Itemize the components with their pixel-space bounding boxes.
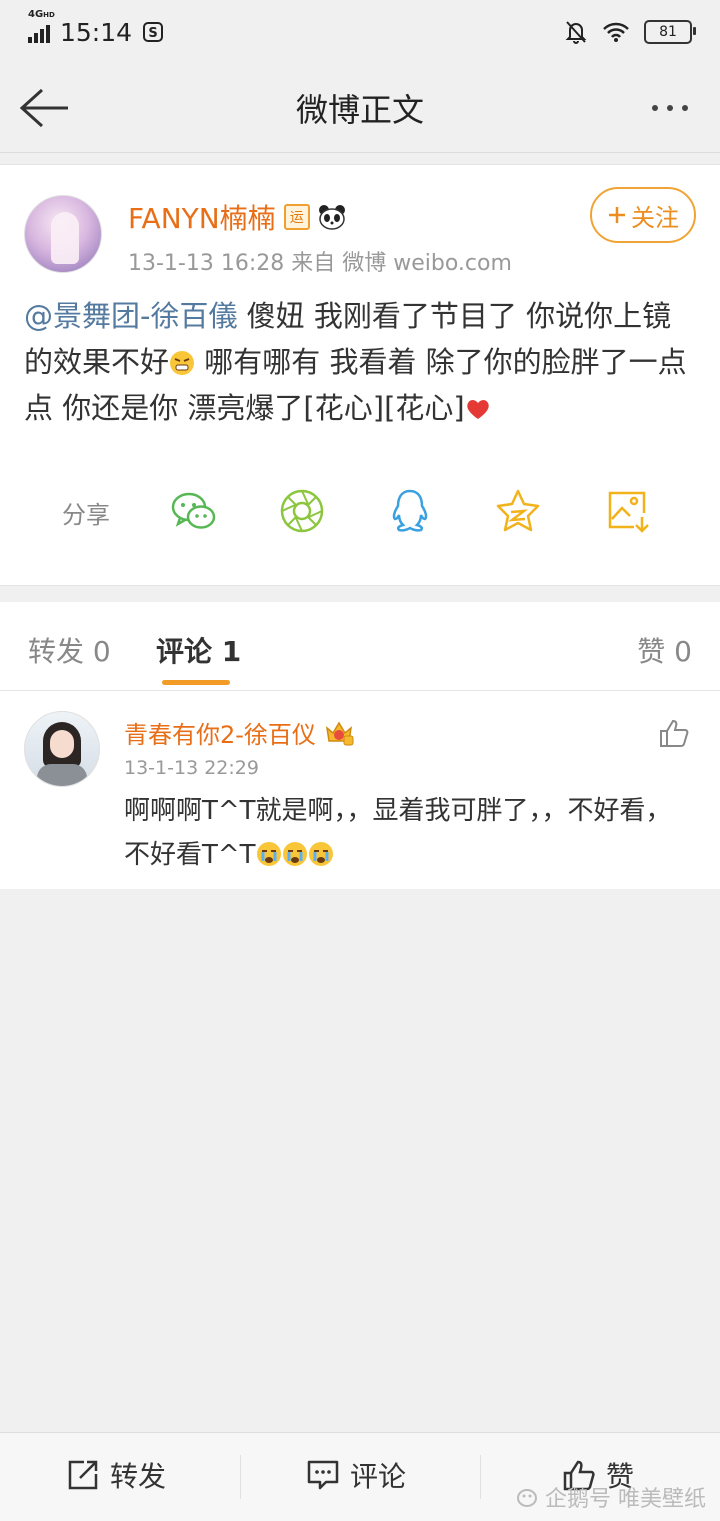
comment-text: 啊啊啊T^T就是啊，，显着我可胖了，，不好看，不好看T^T <box>124 789 694 877</box>
comment-text-body: 啊啊啊T^T就是啊，，显着我可胖了，，不好看，不好看T^T <box>124 796 672 870</box>
panda-icon <box>318 205 345 230</box>
comment-icon <box>307 1460 339 1490</box>
share-row: 分享 <box>0 475 720 547</box>
crown-badge-icon <box>325 721 354 745</box>
tab-comment[interactable]: 评论 1 <box>156 630 241 670</box>
commenter-avatar[interactable] <box>24 711 100 787</box>
mention-link[interactable]: @景舞团-徐百儀 <box>24 299 237 333</box>
share-label: 分享 <box>62 501 110 529</box>
yun-badge-icon: 运 <box>283 204 310 230</box>
wifi-icon <box>603 22 629 42</box>
post-card: FANYN楠楠 运 13-1-13 16:28 来自 微博 weibo.com … <box>0 164 720 586</box>
commenter[interactable]: 青春有你2-徐百仪 <box>124 715 354 750</box>
save-image-icon[interactable] <box>604 487 652 535</box>
svg-text:S: S <box>148 26 157 41</box>
status-bar: 4GHD 15:14 S 81 <box>0 0 720 64</box>
signal-icon: 4GHD <box>28 9 55 43</box>
comment-button[interactable]: 评论 <box>306 1455 406 1495</box>
post-text: @景舞团-徐百儀 傻妞 我刚看了节目了 你说你上镜的效果不好 哪有哪有 我看着 … <box>24 293 696 431</box>
penguin-logo-icon <box>517 1489 537 1507</box>
sync-icon: S <box>143 22 164 42</box>
heart-icon <box>467 400 489 419</box>
watermark-text: 企鹅号 唯美壁纸 <box>545 1487 706 1512</box>
wechat-icon[interactable] <box>170 487 218 535</box>
page-title: 微博正文 <box>295 91 424 129</box>
qq-icon[interactable] <box>386 487 434 535</box>
plus-icon <box>609 207 625 223</box>
notification-off-icon <box>565 21 587 44</box>
comment-time: 13-1-13 22:29 <box>124 757 259 779</box>
post-meta: 13-1-13 16:28 来自 微博 weibo.com <box>128 251 512 276</box>
tab-like[interactable]: 赞 0 <box>637 630 692 670</box>
qzone-icon[interactable] <box>494 487 542 535</box>
more-options-icon[interactable] <box>652 92 700 124</box>
repost-icon <box>68 1460 98 1490</box>
back-arrow-icon[interactable] <box>18 86 70 130</box>
thumbs-up-icon[interactable] <box>658 717 690 749</box>
battery-icon: 81 <box>644 20 696 44</box>
moments-icon[interactable] <box>278 487 326 535</box>
repost-button[interactable]: 转发 <box>66 1455 166 1495</box>
post-author[interactable]: FANYN楠楠 运 <box>128 197 346 237</box>
repost-label: 转发 <box>110 1460 167 1493</box>
crying-face-emoji-icon <box>308 842 333 866</box>
bottom-action-bar: 转发 评论 赞 企鹅号 唯美壁纸 <box>0 1432 720 1521</box>
watermark: 企鹅号 唯美壁纸 <box>515 1481 706 1513</box>
crying-face-emoji-icon <box>282 842 307 866</box>
status-time: 15:14 <box>60 17 133 47</box>
angry-face-emoji-icon <box>170 351 195 375</box>
tab-bar: 转发 0 评论 1 赞 0 <box>0 602 720 691</box>
title-bar: 微博正文 <box>0 64 720 153</box>
post-author-name[interactable]: FANYN楠楠 <box>128 197 276 237</box>
comment-label: 评论 <box>350 1460 407 1493</box>
follow-label: 关注 <box>631 203 679 232</box>
commenter-name[interactable]: 青春有你2-徐百仪 <box>124 715 316 750</box>
tab-repost[interactable]: 转发 0 <box>28 630 111 670</box>
crying-face-emoji-icon <box>256 842 281 866</box>
comment-item: 青春有你2-徐百仪 13-1-13 22:29 啊啊啊T^T就是啊，，显着我可胖… <box>0 691 720 889</box>
follow-button[interactable]: 关注 <box>590 187 696 243</box>
active-tab-indicator <box>162 680 230 685</box>
avatar[interactable] <box>24 195 102 273</box>
